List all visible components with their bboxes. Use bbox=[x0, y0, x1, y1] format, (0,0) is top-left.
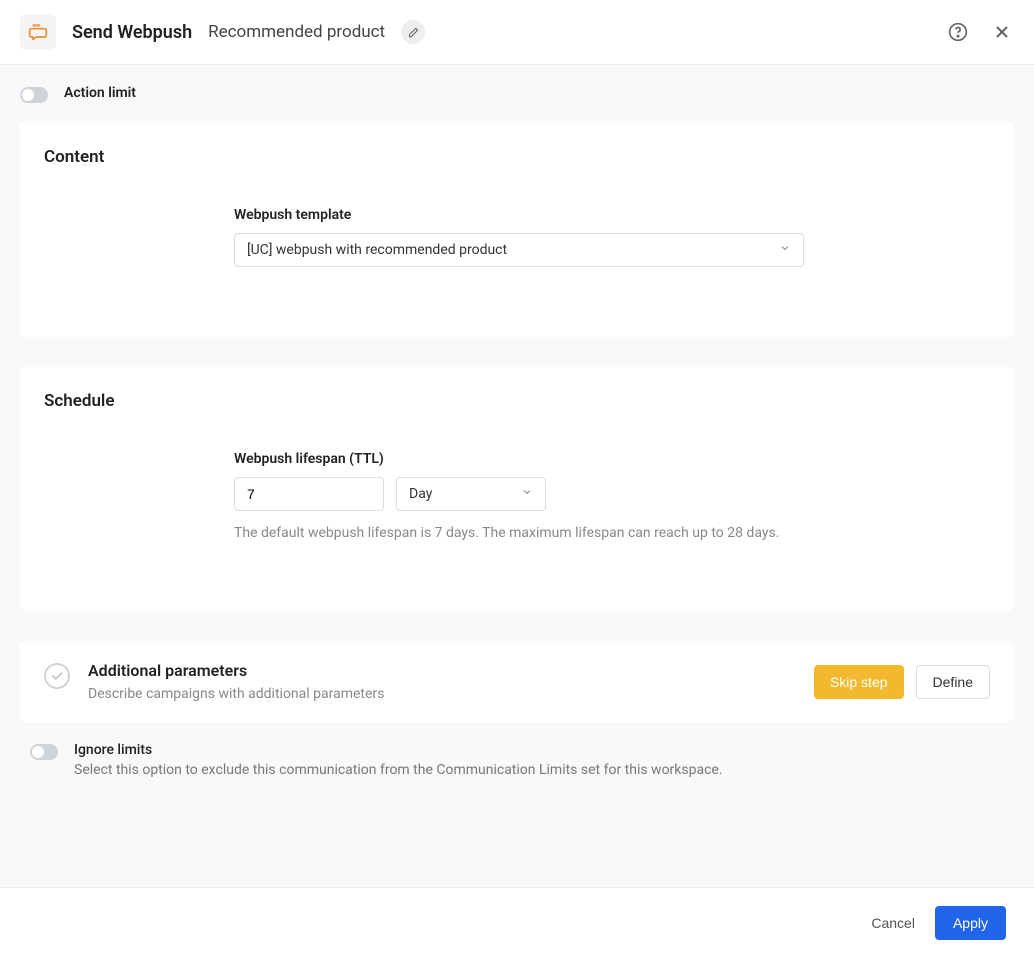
params-title: Additional parameters bbox=[88, 661, 384, 680]
ttl-helper-text: The default webpush lifespan is 7 days. … bbox=[234, 525, 804, 541]
action-limit-toggle[interactable] bbox=[20, 87, 48, 103]
header-left: Send Webpush Recommended product bbox=[20, 14, 425, 50]
ignore-limits-label: Ignore limits bbox=[74, 742, 723, 758]
chevron-down-icon bbox=[779, 242, 791, 258]
page-title: Send Webpush bbox=[72, 22, 192, 43]
ttl-label: Webpush lifespan (TTL) bbox=[234, 451, 804, 467]
ignore-limits-row: Ignore limits Select this option to excl… bbox=[20, 742, 1014, 778]
ttl-unit-select[interactable]: Day bbox=[396, 477, 546, 511]
skip-step-button[interactable]: Skip step bbox=[814, 665, 904, 699]
ignore-limits-text: Ignore limits Select this option to excl… bbox=[74, 742, 723, 778]
ttl-field: Webpush lifespan (TTL) Day The default w… bbox=[234, 451, 804, 541]
ttl-inputs: Day bbox=[234, 477, 804, 511]
apply-button[interactable]: Apply bbox=[935, 906, 1006, 940]
template-field: Webpush template [UC] webpush with recom… bbox=[234, 207, 804, 267]
ttl-value-input[interactable] bbox=[234, 477, 384, 511]
help-button[interactable] bbox=[946, 20, 970, 44]
content-section-title: Content bbox=[44, 147, 990, 167]
action-limit-text: Action limit bbox=[64, 85, 136, 101]
template-selected-value: [UC] webpush with recommended product bbox=[247, 242, 507, 258]
params-text: Additional parameters Describe campaigns… bbox=[88, 661, 384, 702]
chevron-down-icon bbox=[521, 486, 533, 502]
check-circle-icon bbox=[44, 663, 70, 689]
modal-header: Send Webpush Recommended product bbox=[0, 0, 1034, 65]
schedule-section-title: Schedule bbox=[44, 391, 990, 411]
ignore-limits-toggle[interactable] bbox=[30, 744, 58, 760]
content-section: Content Webpush template [UC] webpush wi… bbox=[20, 123, 1014, 337]
define-button[interactable]: Define bbox=[916, 665, 990, 699]
edit-title-button[interactable] bbox=[401, 20, 425, 44]
params-actions: Skip step Define bbox=[814, 665, 990, 699]
params-description: Describe campaigns with additional param… bbox=[88, 686, 384, 702]
cancel-button[interactable]: Cancel bbox=[871, 915, 915, 931]
close-button[interactable] bbox=[990, 20, 1014, 44]
ttl-unit-value: Day bbox=[409, 486, 432, 502]
ignore-limits-description: Select this option to exclude this commu… bbox=[74, 762, 723, 778]
header-right bbox=[946, 20, 1014, 44]
template-label: Webpush template bbox=[234, 207, 804, 223]
main-content: Action limit Content Webpush template [U… bbox=[0, 65, 1034, 877]
action-limit-label: Action limit bbox=[64, 85, 136, 101]
modal-footer: Cancel Apply bbox=[0, 887, 1034, 958]
template-select[interactable]: [UC] webpush with recommended product bbox=[234, 233, 804, 267]
additional-params-section: Additional parameters Describe campaigns… bbox=[20, 641, 1014, 722]
schedule-section: Schedule Webpush lifespan (TTL) Day The … bbox=[20, 367, 1014, 611]
params-left: Additional parameters Describe campaigns… bbox=[44, 661, 384, 702]
page-subtitle: Recommended product bbox=[208, 22, 385, 42]
action-limit-row: Action limit bbox=[20, 85, 1014, 103]
webpush-icon bbox=[20, 14, 56, 50]
